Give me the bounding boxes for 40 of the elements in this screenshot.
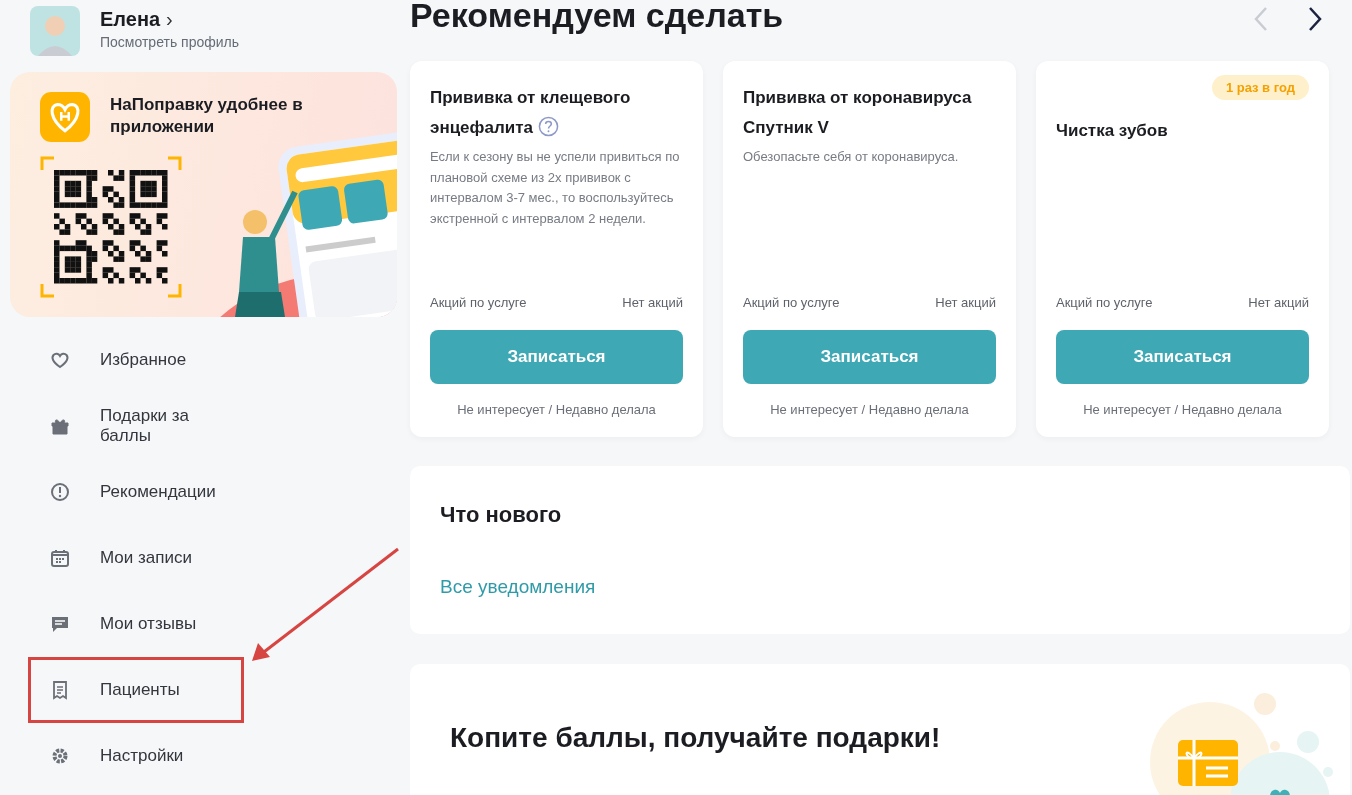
card-title: Чистка зубов bbox=[1056, 120, 1169, 142]
card-title: Прививка от коронавируса Спутник V bbox=[743, 87, 973, 139]
app-logo-icon bbox=[40, 92, 90, 142]
news-title: Что нового bbox=[440, 502, 562, 528]
nav-item[interactable]: Пациенты bbox=[28, 657, 244, 723]
chat-icon bbox=[50, 614, 70, 634]
card-description: Если к сезону вы не успели привиться по плановой схеме из 2х прививок с интервалом 3-7 мес., то воспользуйтесь экстренной с интервалом 2 недели. bbox=[430, 148, 681, 228]
dismiss-link[interactable]: Не интересует / Недавно делала bbox=[430, 402, 683, 417]
next-icon[interactable] bbox=[1308, 5, 1322, 32]
dismiss-link[interactable]: Не интересует / Недавно делала bbox=[743, 402, 996, 417]
nav-item[interactable]: Мои записи bbox=[28, 525, 244, 591]
nav-item[interactable]: Рекомендации bbox=[28, 459, 244, 525]
profile-link[interactable]: Посмотреть профиль bbox=[100, 34, 240, 50]
user-name[interactable]: Елена bbox=[100, 6, 161, 32]
promo-title: НаПоправку удобнее в приложении bbox=[110, 94, 304, 138]
dismiss-link[interactable]: Не интересует / Недавно делала bbox=[1056, 402, 1309, 417]
nav-item[interactable]: Настройки bbox=[28, 723, 244, 789]
calendar-icon bbox=[50, 548, 70, 568]
exclamation-icon bbox=[50, 482, 70, 502]
document-icon bbox=[50, 680, 70, 700]
promo-value: Нет акций bbox=[1248, 295, 1309, 310]
avatar bbox=[30, 6, 80, 56]
nav-item[interactable]: Мои отзывы bbox=[28, 591, 244, 657]
heart-icon bbox=[50, 350, 70, 370]
frequency-badge: 1 раз в год bbox=[1211, 75, 1309, 100]
bonus-title: Копите баллы, получайте подарки! bbox=[450, 722, 942, 754]
promo-label: Акций по услуге bbox=[743, 295, 840, 310]
promo-value: Нет акций bbox=[935, 295, 996, 310]
section-title: Рекомендуем сделать bbox=[410, 0, 784, 35]
chevron-icon[interactable]: › bbox=[166, 8, 173, 31]
promo-value: Нет акций bbox=[622, 295, 683, 310]
nav-item[interactable]: Подарки за баллы bbox=[28, 393, 244, 459]
nav-item[interactable]: Избранное bbox=[28, 327, 244, 393]
promo-label: Акций по услуге bbox=[1056, 295, 1153, 310]
card-title: Прививка от клещевого энцефалита bbox=[430, 87, 632, 139]
settings-icon bbox=[50, 746, 70, 766]
help-icon[interactable] bbox=[537, 116, 559, 137]
gift-icon bbox=[50, 416, 70, 436]
card-description: Обезопасьте себя от коронавируса. bbox=[743, 148, 960, 166]
promo-label: Акций по услуге bbox=[430, 295, 527, 310]
